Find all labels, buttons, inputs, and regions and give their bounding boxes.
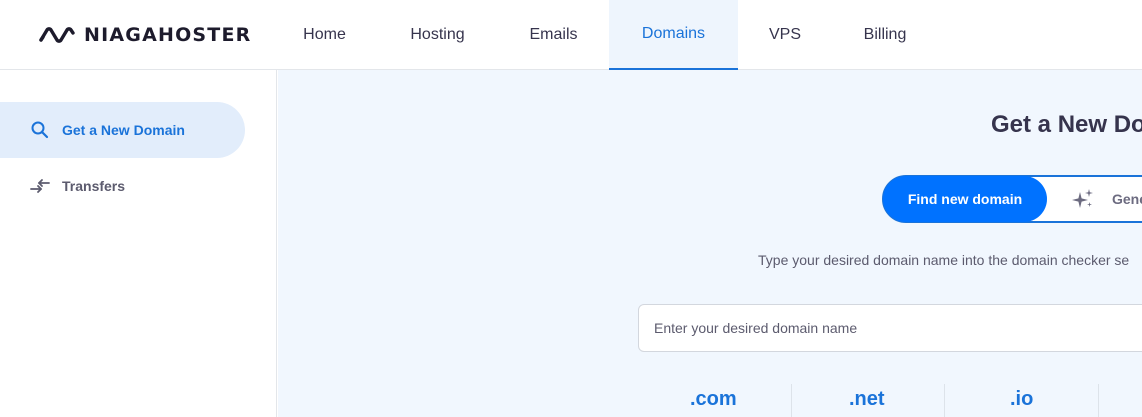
- search-icon: [31, 121, 49, 139]
- sidebar: Get a New Domain Transfers: [0, 70, 277, 417]
- tld-com[interactable]: .com: [690, 388, 737, 411]
- nav-tab-domains[interactable]: Domains: [609, 0, 738, 70]
- sparkles-icon: [1072, 189, 1093, 208]
- nav-tab-vps[interactable]: VPS: [750, 0, 820, 70]
- nav-tab-hosting[interactable]: Hosting: [390, 0, 485, 70]
- brand-logo[interactable]: NIAGAHOSTER: [38, 24, 251, 46]
- tld-net[interactable]: .net: [849, 388, 885, 411]
- sidebar-item-get-new-domain[interactable]: Get a New Domain: [0, 102, 245, 158]
- tld-divider: [1098, 384, 1099, 417]
- sidebar-item-transfers[interactable]: Transfers: [0, 158, 245, 214]
- infinity-logo-icon: [39, 27, 75, 43]
- generate-domain-label: Gene: [1112, 191, 1142, 207]
- transfer-arrows-icon: [30, 179, 50, 193]
- brand-name: NIAGAHOSTER: [84, 24, 252, 46]
- nav-tab-emails[interactable]: Emails: [510, 0, 597, 70]
- helper-text: Type your desired domain name into the d…: [758, 252, 1130, 268]
- search-mode-toggle: Find new domain Gene: [882, 175, 1142, 223]
- tld-divider: [944, 384, 945, 417]
- find-new-domain-button[interactable]: Find new domain: [883, 176, 1047, 222]
- nav-tab-home[interactable]: Home: [280, 0, 369, 70]
- main-content: Get a New Do Find new domain Gene Type y…: [278, 70, 1142, 417]
- generate-domain-button[interactable]: Gene: [1072, 177, 1142, 221]
- nav-tab-billing[interactable]: Billing: [845, 0, 925, 70]
- top-navigation-bar: NIAGAHOSTER Home Hosting Emails Domains …: [0, 0, 1142, 70]
- page-title: Get a New Do: [991, 111, 1142, 138]
- domain-search-input[interactable]: [638, 304, 1142, 352]
- sidebar-item-label: Get a New Domain: [62, 122, 185, 138]
- sidebar-item-label: Transfers: [62, 178, 126, 194]
- tld-io[interactable]: .io: [1010, 388, 1033, 411]
- tld-divider: [791, 384, 792, 417]
